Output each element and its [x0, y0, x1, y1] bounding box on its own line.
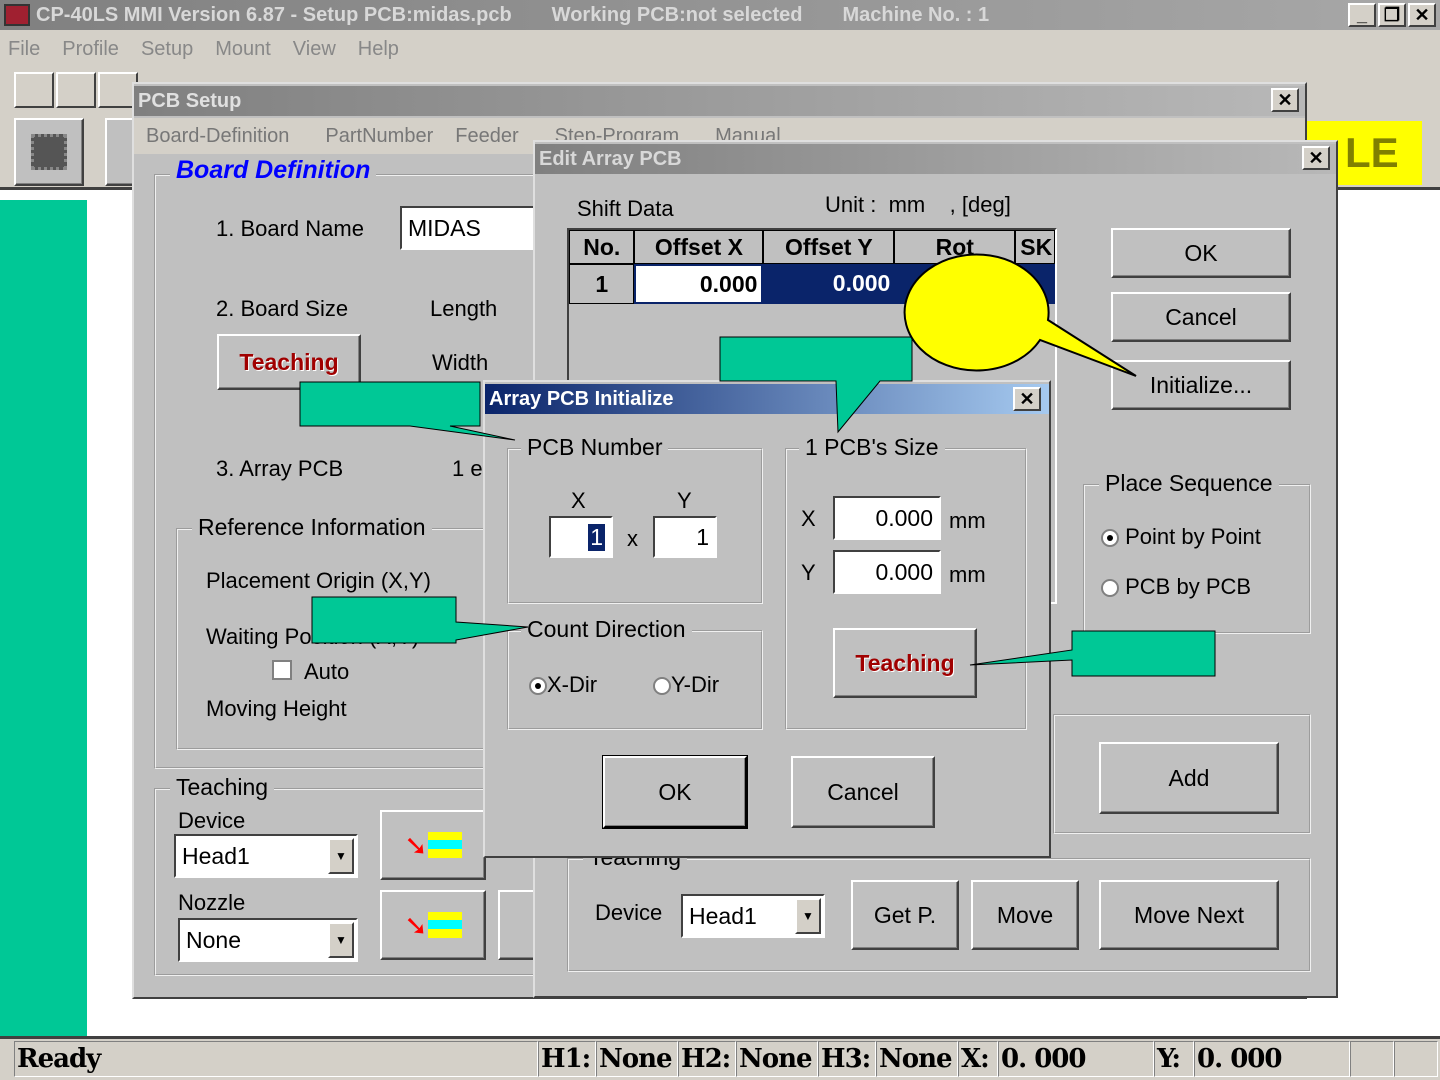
status-h3-label: H3:	[818, 1041, 876, 1077]
callout-teaching	[969, 630, 1216, 677]
status-h2-label: H2:	[678, 1041, 736, 1077]
callout-count-direction	[311, 596, 529, 644]
status-ready: Ready	[14, 1041, 538, 1077]
callout-pcb-number	[299, 381, 516, 441]
status-x-label: X:	[958, 1041, 998, 1077]
status-y-value: 0. 000	[1194, 1041, 1350, 1077]
callout-initialize	[903, 253, 1137, 377]
status-h1-label: H1:	[538, 1041, 596, 1077]
status-pane-extra2	[1394, 1041, 1438, 1077]
status-h1-value: None	[596, 1041, 678, 1077]
status-x-value: 0. 000	[998, 1041, 1154, 1077]
annotation-callouts	[299, 253, 1216, 677]
status-pane-extra1	[1350, 1041, 1394, 1077]
status-h2-value: None	[736, 1041, 818, 1077]
status-y-label: Y:	[1154, 1041, 1194, 1077]
status-h3-value: None	[876, 1041, 958, 1077]
callout-pcb-size	[719, 336, 913, 434]
